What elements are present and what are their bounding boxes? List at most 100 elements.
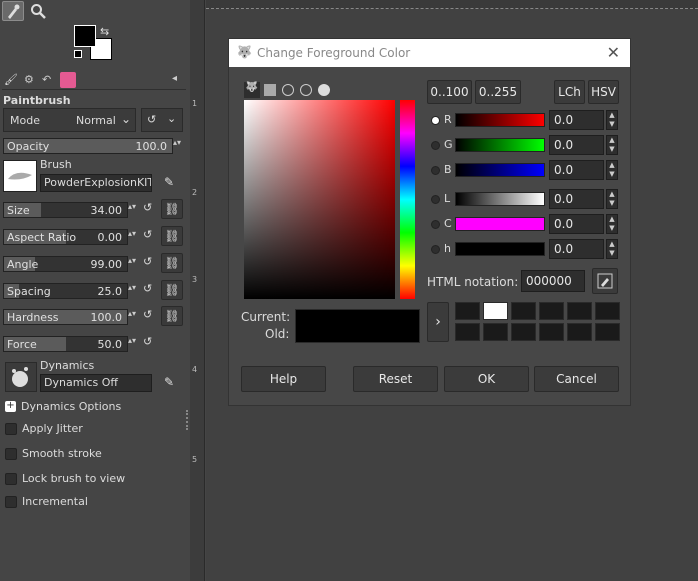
history-swatch[interactable] — [539, 323, 564, 341]
channel-b-slider[interactable] — [455, 163, 545, 177]
watercolor-selector-icon[interactable] — [318, 84, 330, 96]
wheel-selector-icon[interactable] — [282, 84, 294, 96]
reset-icon[interactable]: ↺ — [143, 308, 152, 321]
add-to-history-button[interactable]: › — [427, 302, 449, 342]
size-spin[interactable]: ▴▾ — [128, 202, 136, 211]
channel-r-spin[interactable]: ▲ ▼ — [606, 110, 618, 130]
smooth-stroke-checkbox[interactable] — [5, 448, 17, 460]
angle-spin[interactable]: ▴▾ — [128, 256, 136, 265]
link-icon[interactable]: ⛓ — [161, 280, 183, 300]
range-0-100-button[interactable]: 0..100 — [427, 80, 472, 104]
angle-slider[interactable]: Angle 99.00 — [3, 256, 128, 272]
history-swatch[interactable] — [567, 302, 592, 320]
history-swatch[interactable] — [595, 302, 620, 320]
mode-extra-select[interactable]: ↺ ⌄ — [141, 108, 183, 132]
history-swatch[interactable] — [511, 323, 536, 341]
channel-b-value[interactable]: 0.0 — [549, 160, 604, 180]
channel-h-value[interactable]: 0.0 — [549, 239, 604, 259]
channel-g-spin[interactable]: ▲ ▼ — [606, 135, 618, 155]
history-swatch[interactable] — [455, 323, 480, 341]
reset-icon[interactable]: ↺ — [143, 201, 152, 214]
foreground-color-swatch[interactable] — [74, 25, 96, 47]
aspect-ratio-spin[interactable]: ▴▾ — [128, 229, 136, 238]
apply-jitter-checkbox[interactable] — [5, 423, 17, 435]
dialog-titlebar[interactable]: 🐺 Change Foreground Color ✕ — [229, 39, 630, 67]
history-swatch[interactable] — [455, 302, 480, 320]
incremental-checkbox[interactable] — [5, 496, 17, 508]
channel-g-slider[interactable] — [455, 138, 545, 152]
channel-c-spin[interactable]: ▲ ▼ — [606, 214, 618, 234]
channel-c-value[interactable]: 0.0 — [549, 214, 604, 234]
channel-l-value[interactable]: 0.0 — [549, 189, 604, 209]
hsv-button[interactable]: HSV — [588, 80, 619, 104]
channel-r-radio[interactable] — [431, 116, 440, 125]
panel-resize-handle[interactable] — [186, 410, 189, 430]
mode-select[interactable]: Mode Normal ⌄ — [3, 108, 136, 132]
force-slider[interactable]: Force 50.0 — [3, 336, 128, 352]
color-picker-tool-button[interactable] — [2, 1, 24, 21]
force-spin[interactable]: ▴▾ — [128, 336, 136, 345]
channel-l-radio[interactable] — [431, 195, 440, 204]
dynamics-options-toggle[interactable]: Dynamics Options — [21, 400, 121, 413]
channel-c-slider[interactable] — [455, 217, 545, 231]
lock-brush-checkbox[interactable] — [5, 473, 17, 485]
tab-menu-icon[interactable]: ◂ — [172, 73, 177, 84]
images-tab-icon[interactable] — [60, 72, 76, 88]
hardness-slider[interactable]: Hardness 100.0 — [3, 309, 128, 325]
link-icon[interactable]: ⛓ — [161, 253, 183, 273]
triangle-selector-icon[interactable] — [300, 84, 312, 96]
channel-b-spin[interactable]: ▲ ▼ — [606, 160, 618, 180]
spacing-slider[interactable]: Spacing 25.0 — [3, 283, 128, 299]
range-0-255-button[interactable]: 0..255 — [475, 80, 521, 104]
channel-g-value[interactable]: 0.0 — [549, 135, 604, 155]
reset-icon[interactable]: ↺ — [143, 255, 152, 268]
opacity-slider[interactable]: Opacity 100.0 — [3, 138, 173, 154]
history-swatch[interactable] — [567, 323, 592, 341]
edit-dynamics-icon[interactable]: ✎ — [158, 372, 180, 392]
close-icon[interactable]: ✕ — [607, 43, 620, 62]
ok-button[interactable]: OK — [444, 366, 529, 392]
channel-h-slider[interactable] — [455, 242, 545, 256]
channel-g-radio[interactable] — [431, 141, 440, 150]
color-picker-button[interactable] — [592, 268, 618, 294]
lch-button[interactable]: LCh — [554, 80, 585, 104]
device-status-tab-icon[interactable]: ⚙ — [24, 73, 34, 86]
help-button[interactable]: Help — [241, 366, 326, 392]
reset-icon[interactable]: ↺ — [143, 282, 152, 295]
brush-preview[interactable] — [3, 160, 37, 192]
channel-h-spin[interactable]: ▲ ▼ — [606, 239, 618, 259]
cancel-button[interactable]: Cancel — [534, 366, 619, 392]
dynamics-field[interactable]: Dynamics Off — [40, 374, 152, 392]
reset-icon[interactable]: ↺ — [143, 335, 152, 348]
aspect-ratio-slider[interactable]: Aspect Ratio 0.00 — [3, 229, 128, 245]
history-swatch[interactable] — [483, 302, 508, 320]
channel-l-slider[interactable] — [455, 192, 545, 206]
opacity-spin[interactable]: ▴▾ — [173, 138, 183, 154]
link-icon[interactable]: ⛓ — [161, 306, 183, 326]
edit-brush-icon[interactable]: ✎ — [158, 172, 180, 192]
tool-options-tab-icon[interactable]: 🖌 — [4, 73, 18, 86]
hue-strip[interactable] — [400, 100, 415, 299]
channel-h-radio[interactable] — [431, 245, 440, 254]
link-icon[interactable]: ⛓ — [161, 226, 183, 246]
history-swatch[interactable] — [539, 302, 564, 320]
color-square[interactable] — [244, 100, 395, 299]
reset-icon[interactable]: ↺ — [143, 228, 152, 241]
cmyk-selector-icon[interactable] — [264, 84, 276, 96]
history-swatch[interactable] — [483, 323, 508, 341]
history-swatch[interactable] — [595, 323, 620, 341]
swap-colors-icon[interactable]: ⇆ — [100, 25, 109, 38]
history-swatch[interactable] — [511, 302, 536, 320]
size-slider[interactable]: Size 34.00 — [3, 202, 128, 218]
magnify-tool-icon[interactable] — [28, 1, 48, 21]
link-icon[interactable]: ⛓ — [161, 199, 183, 219]
hardness-spin[interactable]: ▴▾ — [128, 309, 136, 318]
channel-r-slider[interactable] — [455, 113, 545, 127]
reset-button[interactable]: Reset — [353, 366, 438, 392]
expand-icon[interactable]: + — [5, 401, 16, 412]
channel-r-value[interactable]: 0.0 — [549, 110, 604, 130]
default-colors-icon[interactable] — [74, 50, 82, 58]
channel-c-radio[interactable] — [431, 220, 440, 229]
spacing-spin[interactable]: ▴▾ — [128, 283, 136, 292]
undo-history-tab-icon[interactable]: ↶ — [42, 73, 51, 86]
